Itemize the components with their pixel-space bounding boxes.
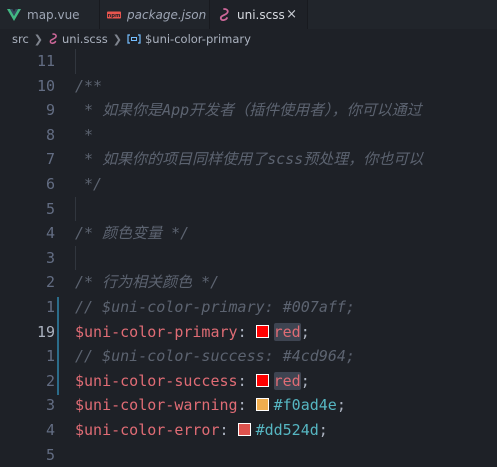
color-swatch[interactable] [237,423,251,436]
tab-bar: map.vue npm package.json uni.scss × [0,0,497,29]
line-number: 9 [45,101,55,120]
semicolon: ; [300,322,310,341]
line-number: 5 [45,199,55,218]
code-line[interactable]: 9 * 如果你是App开发者（插件使用者），你可以通过 [0,98,497,123]
scss-variable: $uni-color-error [75,421,220,439]
code-line[interactable]: 2 /* 行为相关颜色 */ [0,270,497,295]
tab-uni-scss[interactable]: uni.scss × [210,0,308,29]
line-number: 1 [45,298,55,316]
breadcrumb-folder[interactable]: src [12,32,29,46]
line-number: 2 [45,371,55,390]
semicolon: ; [300,371,310,390]
chevron-right-icon: ❯ [112,32,122,46]
code-text: $uni-color-success: red; [75,369,310,394]
code-line[interactable]: 3 [0,245,497,271]
color-swatch[interactable] [255,373,269,387]
tab-label: package.json [127,7,207,22]
code-text: $uni-color-primary: red; [75,320,310,345]
code-line[interactable]: 3 $uni-color-warning: #f0ad4e; [0,393,497,418]
line-number: 2 [45,273,55,292]
variable-symbol-icon [127,34,141,44]
line-number: 8 [45,125,55,144]
scss-value: red [273,322,301,341]
scss-variable: $uni-color-primary [75,322,238,341]
chevron-right-icon: ❯ [33,32,44,46]
code-text: /** [75,76,103,95]
scss-value: #dd524d [255,421,319,439]
svg-text:npm: npm [108,13,121,19]
code-line[interactable]: 7 * 如果你的项目同样使用了scss预处理，你也可以 [0,147,497,172]
line-number: 3 [45,248,55,267]
code-line[interactable]: 5 [0,196,497,222]
colon: : [237,396,247,415]
scss-value: #f0ad4e [273,396,337,415]
scss-file-icon [217,7,231,22]
colon: : [219,421,229,439]
indent-guide [75,245,76,271]
line-number: 1 [45,347,55,366]
code-line[interactable]: 19 $uni-color-primary: red; [0,320,497,345]
tab-package-json[interactable]: npm package.json [100,0,210,29]
line-number: 5 [45,445,55,464]
code-line[interactable]: 4 $uni-color-error: #dd524d; [0,418,497,443]
code-text: // $uni-color-success: #4cd964; [75,347,355,366]
scss-variable: $uni-color-warning [75,396,238,415]
line-number: 11 [36,52,55,70]
breadcrumb-symbol[interactable]: $uni-color-primary [145,32,251,46]
code-text: * 如果你的项目同样使用了scss预处理，你也可以 [75,150,424,169]
line-number: 4 [45,421,55,439]
code-line[interactable]: 4 /* 颜色变量 */ [0,221,497,246]
vue-file-icon [7,8,21,22]
semicolon: ; [336,396,346,415]
code-line[interactable]: 1 // $uni-color-primary: #007aff; [0,295,497,320]
close-icon[interactable]: × [286,7,297,22]
tab-label: map.vue [27,7,80,22]
line-number: 19 [36,322,55,341]
code-text: */ [75,175,103,193]
code-text: $uni-color-error: #dd524d; [75,418,328,443]
tab-map-vue[interactable]: map.vue [0,0,100,29]
code-line[interactable]: 6 */ [0,172,497,197]
line-number: 10 [36,76,55,95]
line-number: 6 [45,175,55,193]
code-text: * 如果你是App开发者（插件使用者），你可以通过 [75,101,422,120]
code-text: /* 行为相关颜色 */ [75,273,220,292]
colon: : [237,322,247,341]
code-line[interactable]: 2 $uni-color-success: red; [0,369,497,394]
code-text: /* 颜色变量 */ [75,224,190,243]
line-number: 3 [45,396,55,415]
code-line[interactable]: 10 /** [0,74,497,99]
code-line[interactable]: 11 [0,49,497,74]
tab-label: uni.scss [237,7,285,22]
code-editor[interactable]: 11 10 /** 9 * 如果你是App开发者（插件使用者），你可以通过 8 … [0,49,497,467]
code-line[interactable]: 1 // $uni-color-success: #4cd964; [0,344,497,369]
code-text: // $uni-color-primary: #007aff; [75,298,355,316]
colon: : [237,371,247,390]
color-swatch[interactable] [255,398,269,412]
code-text: * [75,125,94,144]
indent-guide [75,49,76,74]
color-swatch[interactable] [255,324,269,338]
json-file-icon: npm [107,8,121,22]
indent-guide [75,196,76,222]
breadcrumb: src ❯ uni.scss ❯ $uni-color-primary [0,29,497,49]
scss-file-icon [48,33,58,45]
code-line[interactable]: 8 * [0,123,497,148]
code-line[interactable]: 5 [0,443,497,467]
scss-value: red [273,371,301,390]
breadcrumb-file[interactable]: uni.scss [62,32,108,46]
line-number: 7 [45,150,55,169]
scss-variable: $uni-color-success [75,371,238,390]
line-number: 4 [45,224,55,243]
code-text: $uni-color-warning: #f0ad4e; [75,393,346,418]
semicolon: ; [318,421,328,439]
